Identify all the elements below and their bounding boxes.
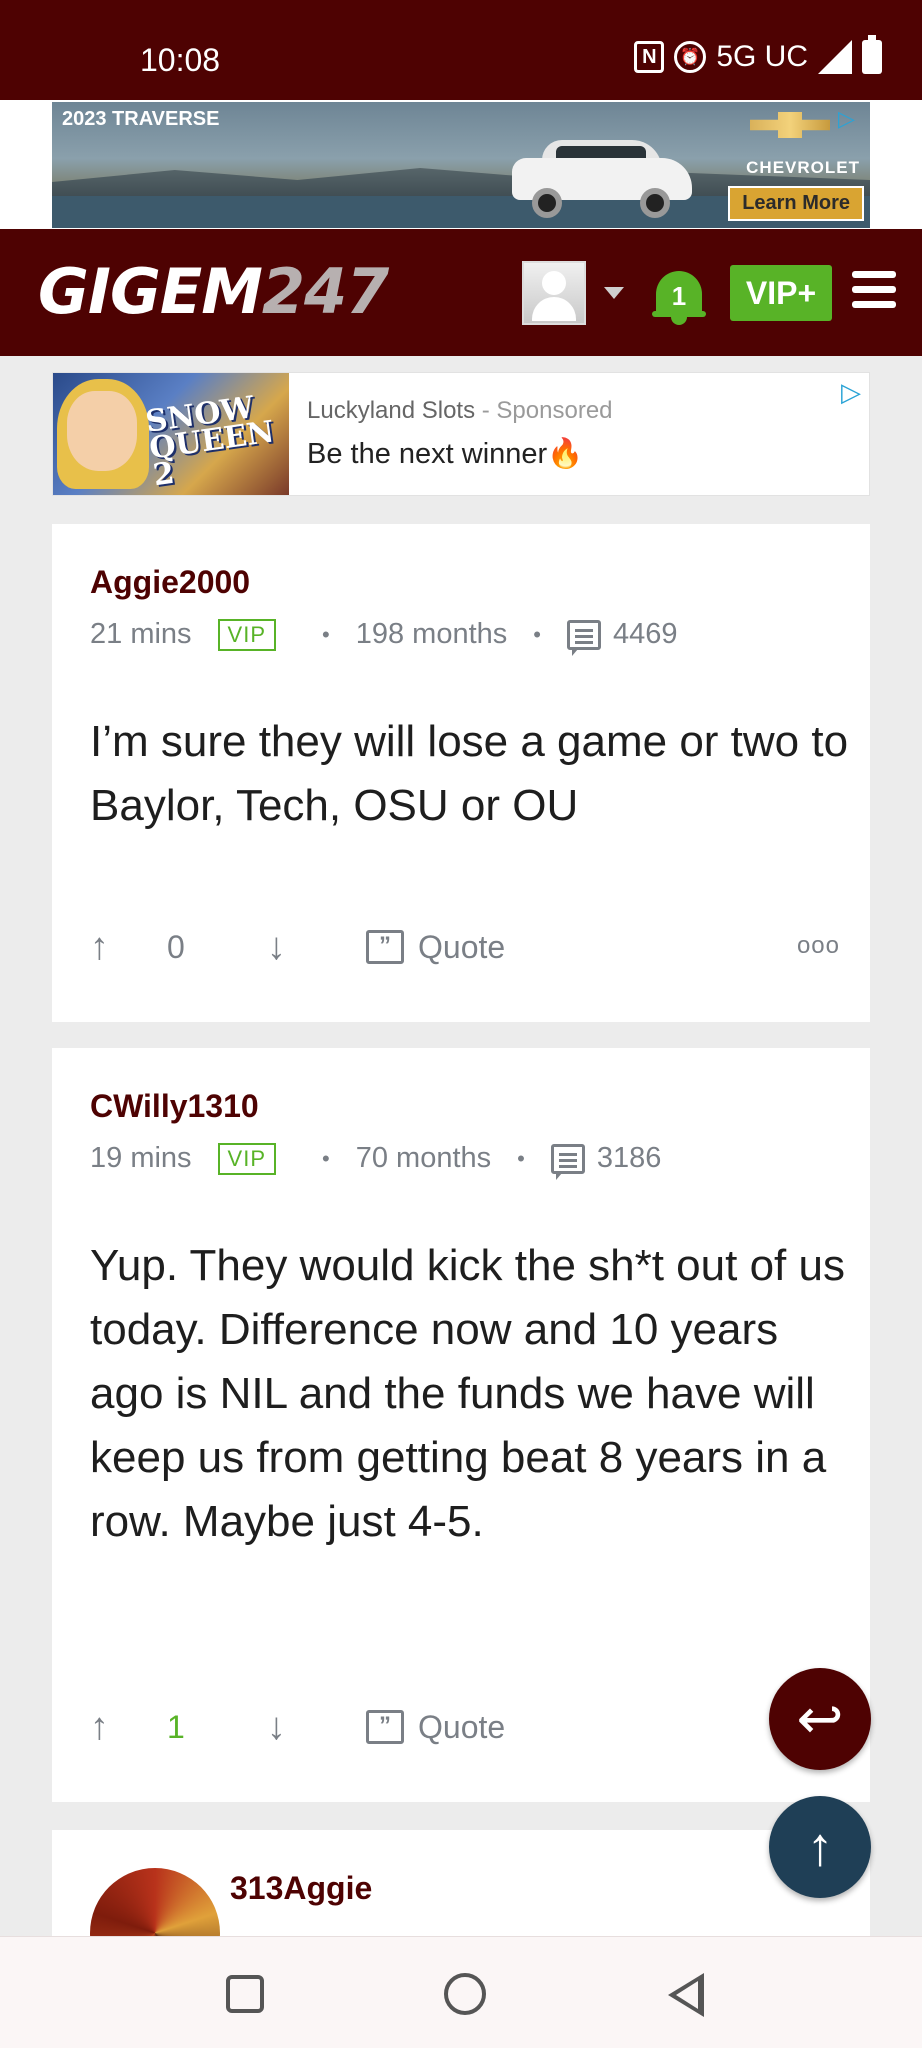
sponsored-image-title: SNOW QUEEN 2 [143, 390, 277, 494]
site-logo[interactable]: GIGEM247 [38, 255, 389, 328]
sponsored-ad-image: SNOW QUEEN 2 [53, 373, 289, 495]
sponsored-headline: Be the next winner🔥 [307, 438, 584, 470]
recent-apps-icon[interactable] [226, 1975, 264, 2013]
vip-badge: VIP [217, 1142, 277, 1175]
home-icon[interactable] [444, 1973, 486, 2015]
status-icons: N ⏰ 5G UC [634, 35, 882, 74]
learn-more-button[interactable]: Learn More [728, 186, 864, 221]
adchoices-icon[interactable]: ▷ [841, 377, 861, 408]
post-author[interactable]: Aggie2000 [90, 564, 250, 601]
chevrolet-logo [750, 112, 830, 138]
avatar[interactable] [90, 1868, 220, 1936]
car-image [512, 138, 692, 218]
upvote-arrow-icon[interactable]: ↑ [90, 1706, 109, 1749]
quote-icon: ” [366, 1710, 404, 1744]
status-time: 10:08 [140, 42, 221, 78]
downvote-arrow-icon[interactable]: ↓ [267, 1706, 286, 1749]
post-author[interactable]: 313Aggie [230, 1870, 372, 1907]
vip-badge: VIP [217, 618, 277, 651]
reply-button[interactable]: ↩ [769, 1668, 871, 1770]
upvote-arrow-icon[interactable]: ↑ [90, 926, 109, 969]
vote-count: 0 [167, 928, 185, 965]
quote-button[interactable]: ” Quote [366, 1709, 505, 1746]
hamburger-menu-icon[interactable] [852, 271, 896, 311]
post-card: CWilly1310 19 mins VIP • 70 months • 318… [52, 1048, 870, 1802]
vote-count: 1 [167, 1708, 185, 1745]
vip-plus-button[interactable]: VIP+ [730, 265, 832, 321]
signal-icon [818, 40, 852, 74]
top-banner-ad[interactable]: 2023 TRAVERSE CHEVROLET Learn More ▷ [52, 102, 870, 228]
back-icon[interactable] [668, 1973, 704, 2017]
message-count-icon [566, 619, 601, 656]
more-options-icon[interactable]: ooo [797, 932, 840, 960]
quote-icon: ” [366, 930, 404, 964]
post-time: 19 mins [90, 1142, 192, 1174]
notification-bell-icon[interactable]: 1 [652, 261, 706, 327]
network-label: 5G UC [716, 40, 808, 73]
quote-label: Quote [418, 1708, 506, 1745]
downvote-arrow-icon[interactable]: ↓ [267, 926, 286, 969]
message-count-icon [550, 1143, 585, 1180]
top-ad-container: 2023 TRAVERSE CHEVROLET Learn More ▷ [0, 100, 922, 230]
post-actions: ↑ 0 ↓ ” Quote ooo [90, 922, 840, 972]
post-meta: 21 mins VIP • 198 months • 4469 [90, 618, 678, 656]
member-tenure: 70 months [355, 1142, 492, 1174]
sponsored-source: Luckyland Slots - Sponsored [307, 397, 613, 424]
post-card: 313Aggie [52, 1830, 870, 1936]
adchoices-icon[interactable]: ▷ [838, 106, 866, 132]
post-actions: ↑ 1 ↓ ” Quote [90, 1702, 840, 1752]
nfc-icon: N [634, 41, 665, 73]
post-author[interactable]: CWilly1310 [90, 1088, 259, 1125]
status-bar: 10:08 N ⏰ 5G UC [0, 0, 922, 100]
user-avatar-button[interactable] [522, 261, 586, 325]
site-header: GIGEM247 1 VIP+ [0, 229, 922, 356]
notification-count: 1 [671, 281, 687, 311]
arrow-up-icon: ↑ [806, 1817, 834, 1877]
member-tenure: 198 months [355, 618, 508, 650]
ad-brand: CHEVROLET [746, 158, 860, 177]
sponsored-ad[interactable]: SNOW QUEEN 2 Luckyland Slots - Sponsored … [52, 372, 870, 496]
scroll-to-top-button[interactable]: ↑ [769, 1796, 871, 1898]
post-body: I’m sure they will lose a game or two to… [90, 717, 849, 830]
post-count: 3186 [596, 1142, 662, 1174]
post-time: 21 mins [90, 618, 192, 650]
chevron-down-icon[interactable] [604, 287, 624, 299]
system-nav-bar [0, 1936, 922, 2048]
post-meta: 19 mins VIP • 70 months • 3186 [90, 1142, 662, 1180]
post-card: Aggie2000 21 mins VIP • 198 months • 446… [52, 524, 870, 1022]
reply-icon: ↩ [796, 1687, 844, 1750]
post-body: Yup. They would kick the sh*t out of us … [90, 1241, 845, 1546]
post-count: 4469 [612, 618, 678, 650]
battery-icon [862, 35, 882, 74]
quote-button[interactable]: ” Quote [366, 929, 505, 966]
quote-label: Quote [418, 928, 506, 965]
alarm-icon: ⏰ [674, 41, 707, 73]
ad-headline: 2023 TRAVERSE [62, 108, 220, 130]
